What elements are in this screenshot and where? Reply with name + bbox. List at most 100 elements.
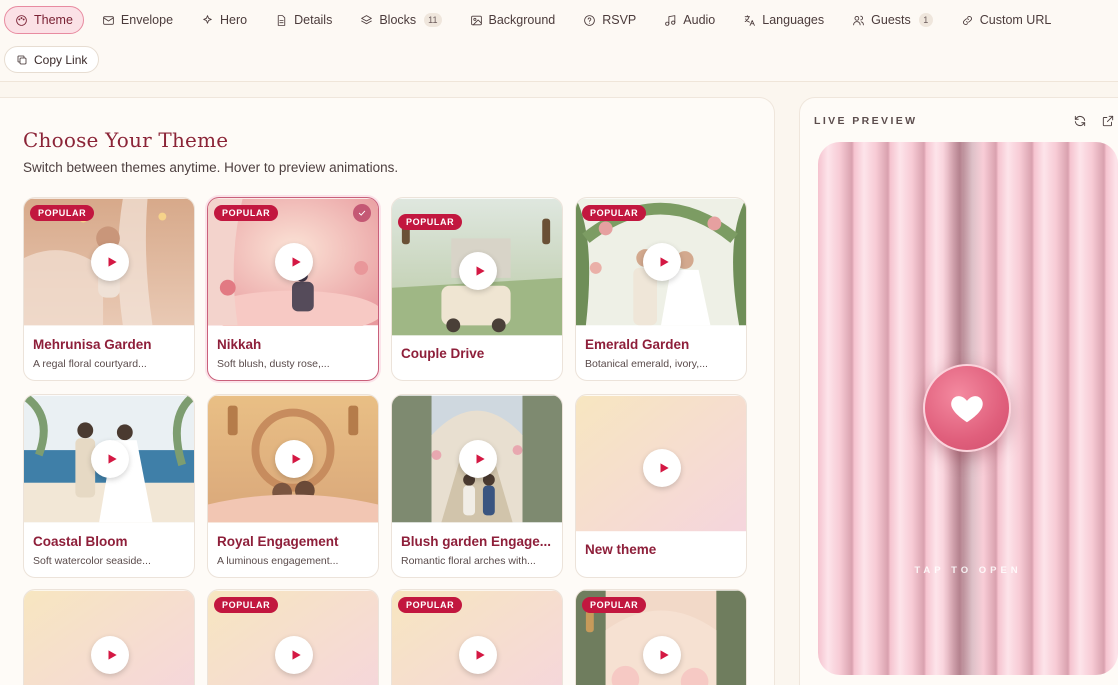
tab-label: Guests	[871, 13, 911, 27]
tab-label: Blocks	[379, 13, 417, 27]
play-icon	[292, 257, 301, 267]
tab-custom-url[interactable]: Custom URL	[949, 6, 1068, 34]
play-preview-button[interactable]	[275, 243, 313, 281]
image-icon	[470, 15, 482, 25]
palette-icon	[16, 14, 27, 26]
play-preview-button[interactable]	[459, 440, 497, 478]
popular-badge: POPULAR	[582, 597, 647, 613]
blocks-count-badge: 11	[424, 13, 442, 27]
tab-languages[interactable]: Languages	[731, 6, 840, 34]
link-icon	[962, 15, 972, 25]
play-icon	[660, 650, 669, 660]
tab-rsvp[interactable]: RSVP	[571, 6, 652, 34]
envelope-curtain-preview[interactable]: TAP TO OPEN	[818, 142, 1118, 675]
tab-label: Envelope	[120, 13, 174, 27]
music-icon	[665, 14, 676, 26]
popular-badge: POPULAR	[214, 597, 279, 613]
tab-guests[interactable]: Guests 1	[840, 6, 949, 34]
theme-description: Soft watercolor seaside...	[33, 555, 151, 567]
open-invitation-button[interactable]	[923, 364, 1011, 452]
play-icon	[108, 650, 117, 660]
tab-label: RSVP	[602, 13, 637, 27]
theme-name: Emerald Garden	[585, 337, 690, 352]
users-icon	[853, 15, 864, 25]
theme-card-royal-engagement[interactable]: Royal Engagement A luminous engagement..…	[207, 394, 379, 578]
theme-name: Royal Engagement	[217, 534, 339, 549]
copy-link-label: Copy Link	[34, 52, 88, 67]
play-icon	[292, 454, 301, 464]
live-preview-label: LIVE PREVIEW	[814, 115, 918, 127]
popular-badge: POPULAR	[398, 597, 463, 613]
tab-label: Theme	[34, 13, 73, 27]
theme-card-untitled[interactable]: POPULAR	[207, 589, 379, 685]
theme-card-couple-drive[interactable]: POPULAR Couple Drive	[391, 197, 563, 381]
play-icon	[660, 257, 669, 267]
play-icon	[108, 454, 117, 464]
theme-name: Couple Drive	[401, 346, 485, 361]
theme-description: A regal floral courtyard...	[33, 358, 147, 370]
theme-card-untitled[interactable]: POPULAR	[575, 589, 747, 685]
play-icon	[476, 650, 485, 660]
theme-card-mehrunisa-garden[interactable]: POPULAR Mehrunisa Garden A regal floral …	[23, 197, 195, 381]
popular-badge: POPULAR	[582, 205, 647, 221]
play-preview-button[interactable]	[91, 243, 129, 281]
play-preview-button[interactable]	[643, 449, 681, 487]
theme-card-nikkah[interactable]: POPULAR Nikkah Soft blush, dusty rose,..…	[207, 197, 379, 381]
layers-icon	[361, 14, 373, 24]
theme-description: Botanical emerald, ivory,...	[585, 358, 708, 370]
tab-envelope[interactable]: Envelope	[90, 6, 189, 34]
theme-panel: Choose Your Theme Switch between themes …	[0, 97, 775, 685]
play-preview-button[interactable]	[643, 636, 681, 674]
theme-name: Blush garden Engage...	[401, 534, 552, 549]
tab-label: Custom URL	[979, 13, 1052, 27]
theme-card-coastal-bloom[interactable]: Coastal Bloom Soft watercolor seaside...	[23, 394, 195, 578]
play-preview-button[interactable]	[643, 243, 681, 281]
theme-card-emerald-garden[interactable]: POPULAR Emerald Garden Botanical emerald…	[575, 197, 747, 381]
play-preview-button[interactable]	[91, 636, 129, 674]
top-bar: Theme Envelope Hero Details Blocks 11 Ba…	[0, 0, 1118, 82]
mail-icon	[103, 15, 114, 25]
popular-badge: POPULAR	[398, 214, 463, 230]
tab-theme[interactable]: Theme	[4, 6, 84, 34]
tab-audio[interactable]: Audio	[652, 6, 731, 34]
page-subtitle: Switch between themes anytime. Hover to …	[23, 160, 399, 175]
live-preview-panel: LIVE PREVIEW TAP TO OPEN	[799, 97, 1118, 685]
selected-check-icon	[353, 204, 371, 222]
open-external-button[interactable]	[1101, 114, 1115, 128]
refresh-button[interactable]	[1073, 114, 1087, 128]
tab-blocks[interactable]: Blocks 11	[348, 6, 457, 34]
theme-description: Romantic floral arches with...	[401, 555, 536, 567]
theme-name: Nikkah	[217, 337, 262, 352]
tab-label: Background	[488, 13, 556, 27]
play-preview-button[interactable]	[91, 440, 129, 478]
play-preview-button[interactable]	[275, 636, 313, 674]
play-icon	[292, 650, 301, 660]
play-preview-button[interactable]	[459, 252, 497, 290]
theme-card-blush-garden[interactable]: Blush garden Engage... Romantic floral a…	[391, 394, 563, 578]
document-icon	[277, 14, 286, 26]
play-preview-button[interactable]	[275, 440, 313, 478]
theme-description: Soft blush, dusty rose,...	[217, 358, 330, 370]
theme-description: A luminous engagement...	[217, 555, 339, 567]
tab-label: Languages	[762, 13, 825, 27]
copy-icon	[17, 55, 27, 64]
tap-to-open-text: TAP TO OPEN	[914, 565, 1022, 576]
theme-card-untitled[interactable]: POPULAR	[391, 589, 563, 685]
sparkles-icon	[203, 14, 212, 24]
theme-card-untitled[interactable]	[23, 589, 195, 685]
copy-link-button[interactable]: Copy Link	[4, 46, 100, 73]
tab-background[interactable]: Background	[458, 6, 572, 34]
tab-details[interactable]: Details	[263, 6, 348, 34]
help-circle-icon	[584, 14, 596, 26]
external-link-icon	[1102, 115, 1114, 127]
tab-hero[interactable]: Hero	[189, 6, 263, 34]
play-icon	[660, 463, 669, 473]
play-preview-button[interactable]	[459, 636, 497, 674]
editor-tabs: Theme Envelope Hero Details Blocks 11 Ba…	[4, 6, 1067, 34]
play-icon	[476, 266, 485, 276]
theme-card-new-theme[interactable]: New theme	[575, 394, 747, 578]
guests-count-badge: 1	[918, 13, 933, 27]
translate-icon	[744, 14, 756, 26]
play-icon	[108, 257, 117, 267]
popular-badge: POPULAR	[214, 205, 279, 221]
